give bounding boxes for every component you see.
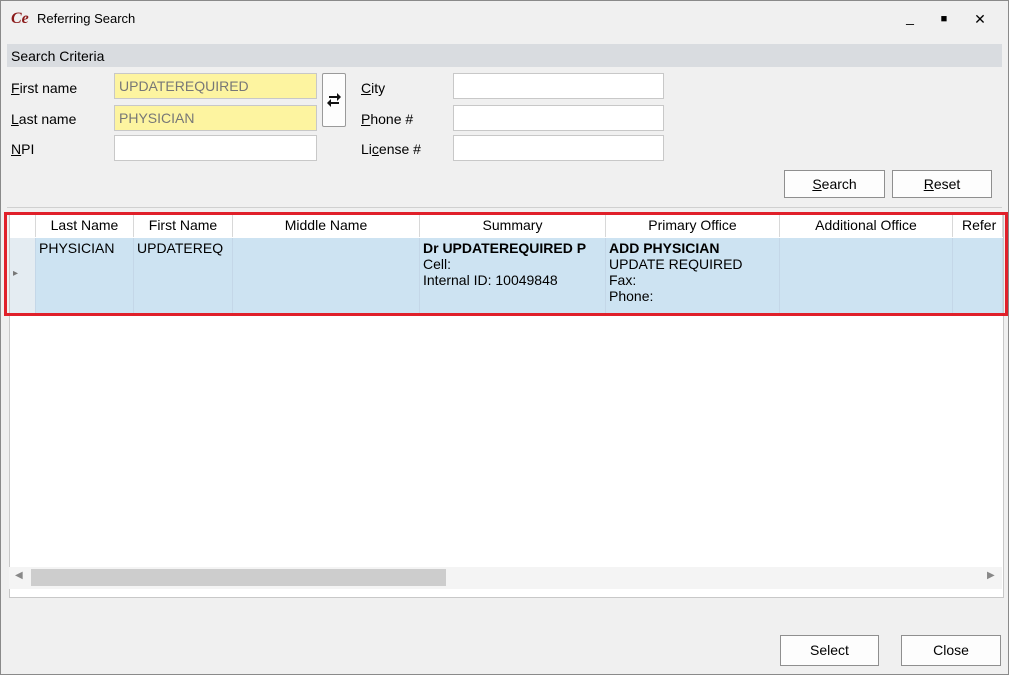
- scrollbar-thumb[interactable]: [31, 569, 446, 586]
- swap-names-button[interactable]: [322, 73, 346, 127]
- primary-office-phone: Phone:: [609, 288, 654, 304]
- search-criteria-header: Search Criteria: [7, 44, 1002, 67]
- license-input[interactable]: [453, 135, 664, 161]
- scroll-right-icon[interactable]: ▶: [987, 570, 995, 581]
- summary-name: Dr UPDATEREQUIRED P: [423, 240, 587, 256]
- reset-button[interactable]: Reset: [892, 170, 992, 198]
- swap-arrows-icon: [327, 93, 341, 107]
- horizontal-scrollbar[interactable]: ◀ ▶: [9, 567, 1002, 589]
- primary-office-name: ADD PHYSICIAN: [609, 240, 720, 256]
- first-name-label: First name: [11, 80, 78, 96]
- cell-first-name[interactable]: UPDATEREQ: [134, 238, 233, 315]
- primary-office-address: UPDATE REQUIRED: [609, 256, 743, 272]
- city-label: City: [361, 80, 386, 96]
- last-name-label: Last name: [11, 111, 77, 127]
- column-header-first-name[interactable]: First Name: [134, 213, 233, 237]
- app-logo-icon: Ce: [11, 10, 29, 27]
- close-window-button[interactable]: ✕: [964, 7, 996, 31]
- row-indicator[interactable]: ▸: [10, 238, 36, 315]
- cell-referral[interactable]: [953, 238, 1003, 315]
- summary-internal-id: Internal ID: 10049848: [423, 272, 558, 288]
- column-header-last-name[interactable]: Last Name: [36, 213, 134, 237]
- cell-last-name[interactable]: PHYSICIAN: [36, 238, 134, 315]
- cell-middle-name[interactable]: [233, 238, 420, 315]
- license-label: License #: [361, 141, 421, 157]
- cell-primary-office[interactable]: ADD PHYSICIAN UPDATE REQUIRED Fax: Phone…: [606, 238, 780, 315]
- npi-input[interactable]: [114, 135, 317, 161]
- first-name-input[interactable]: [114, 73, 317, 99]
- cell-summary[interactable]: Dr UPDATEREQUIRED P Cell: Internal ID: 1…: [420, 238, 606, 315]
- column-header-referral[interactable]: Refer: [953, 213, 1003, 237]
- search-button[interactable]: Search: [784, 170, 885, 198]
- maximize-button[interactable]: ■: [928, 7, 960, 31]
- city-input[interactable]: [453, 73, 664, 99]
- column-header-middle-name[interactable]: Middle Name: [233, 213, 420, 237]
- npi-label: NPI: [11, 141, 35, 157]
- close-button[interactable]: Close: [901, 635, 1001, 666]
- column-header-additional-office[interactable]: Additional Office: [780, 213, 953, 237]
- scroll-left-icon[interactable]: ◀: [15, 570, 23, 581]
- cell-additional-office[interactable]: [780, 238, 953, 315]
- title-bar: Ce Referring Search _ ■ ✕: [1, 1, 1008, 37]
- select-button[interactable]: Select: [780, 635, 879, 666]
- summary-cell-phone: Cell:: [423, 256, 452, 272]
- row-header-column: [10, 213, 36, 237]
- column-header-primary-office[interactable]: Primary Office: [606, 213, 780, 237]
- search-criteria-title: Search Criteria: [11, 48, 105, 64]
- referring-search-window: Ce Referring Search _ ■ ✕ Search Criteri…: [0, 0, 1009, 675]
- primary-office-fax: Fax:: [609, 272, 637, 288]
- phone-label: Phone #: [361, 111, 414, 127]
- window-title: Referring Search: [37, 11, 136, 26]
- last-name-input[interactable]: [114, 105, 317, 131]
- minimize-button[interactable]: _: [894, 5, 926, 29]
- phone-input[interactable]: [453, 105, 664, 131]
- results-grid: Last Name First Name Middle Name Summary…: [9, 212, 1004, 598]
- column-header-summary[interactable]: Summary: [420, 213, 606, 237]
